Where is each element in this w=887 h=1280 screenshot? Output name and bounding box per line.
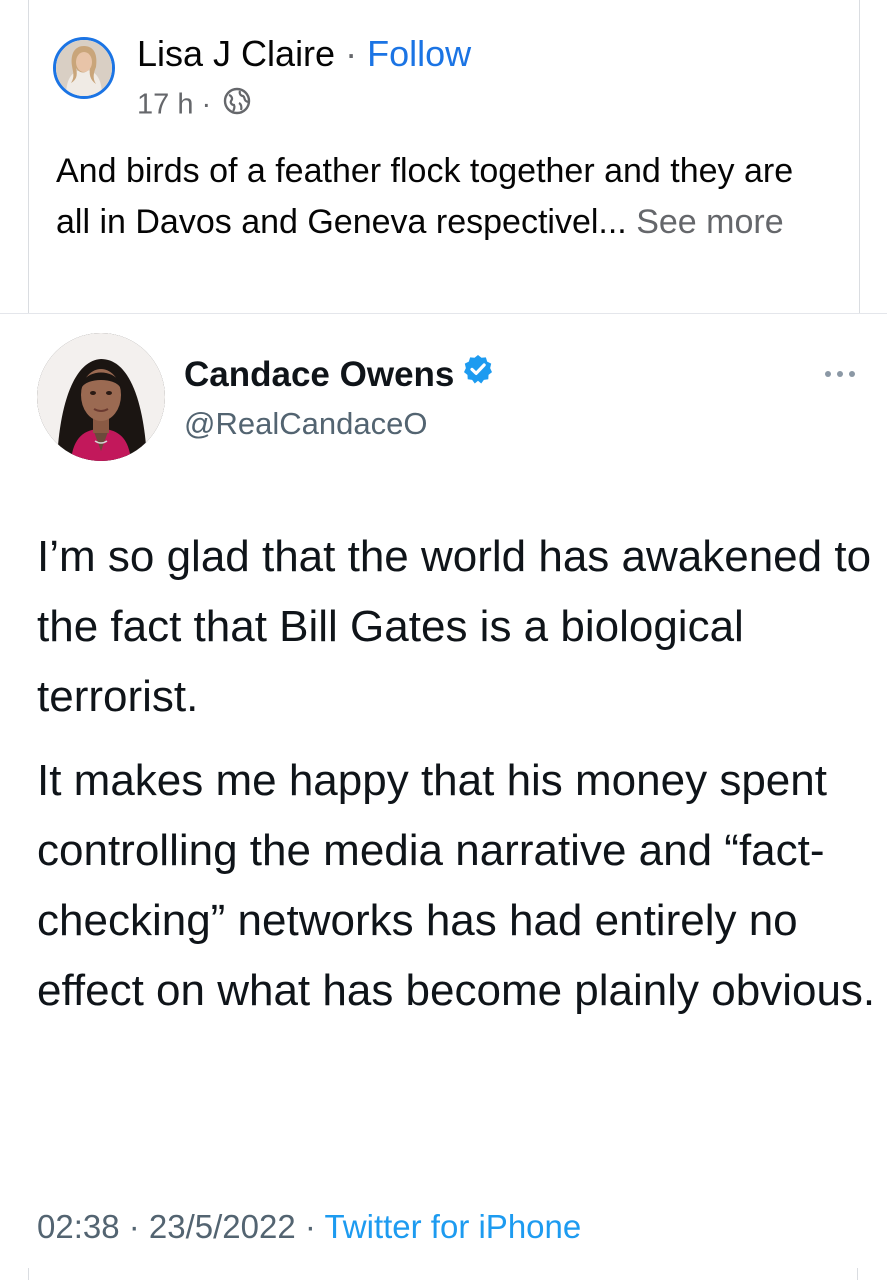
tweet-source-link[interactable]: Twitter for iPhone [324,1208,581,1245]
tweet-timestamp[interactable]: 02:38 · 23/5/2022 · [37,1208,324,1245]
post-header: Lisa J Claire · Follow [137,34,471,74]
tweet-paragraph: It makes me happy that his money spent c… [37,756,876,1015]
tweet-text: I’m so glad that the world has awakened … [37,522,877,1040]
tweet-display-name[interactable]: Candace Owens [184,355,454,394]
more-options-icon[interactable] [820,364,870,384]
embedded-tweet: Candace Owens @RealCandaceO I’m so glad … [0,314,887,1280]
tweet-author-row: Candace Owens [184,354,494,396]
post-text: And birds of a feather flock together an… [56,146,836,248]
tweet-author-avatar[interactable] [37,333,165,461]
see-more-link[interactable]: See more [636,203,783,241]
verified-badge-icon [462,353,494,395]
tweet-footer: 02:38 · 23/5/2022 · Twitter for iPhone [37,1206,581,1248]
author-avatar[interactable] [53,37,115,99]
post-timestamp[interactable]: 17 h · [137,89,219,121]
follow-button[interactable]: Follow [367,33,471,74]
globe-icon [223,87,251,122]
tweet-handle[interactable]: @RealCandaceO [184,405,427,443]
post-meta: 17 h · [137,87,251,122]
header-separator: · [335,33,368,74]
card-edge-bottom [28,1268,858,1280]
author-name[interactable]: Lisa J Claire [137,33,335,74]
tweet-paragraph: I’m so glad that the world has awakened … [37,532,872,721]
